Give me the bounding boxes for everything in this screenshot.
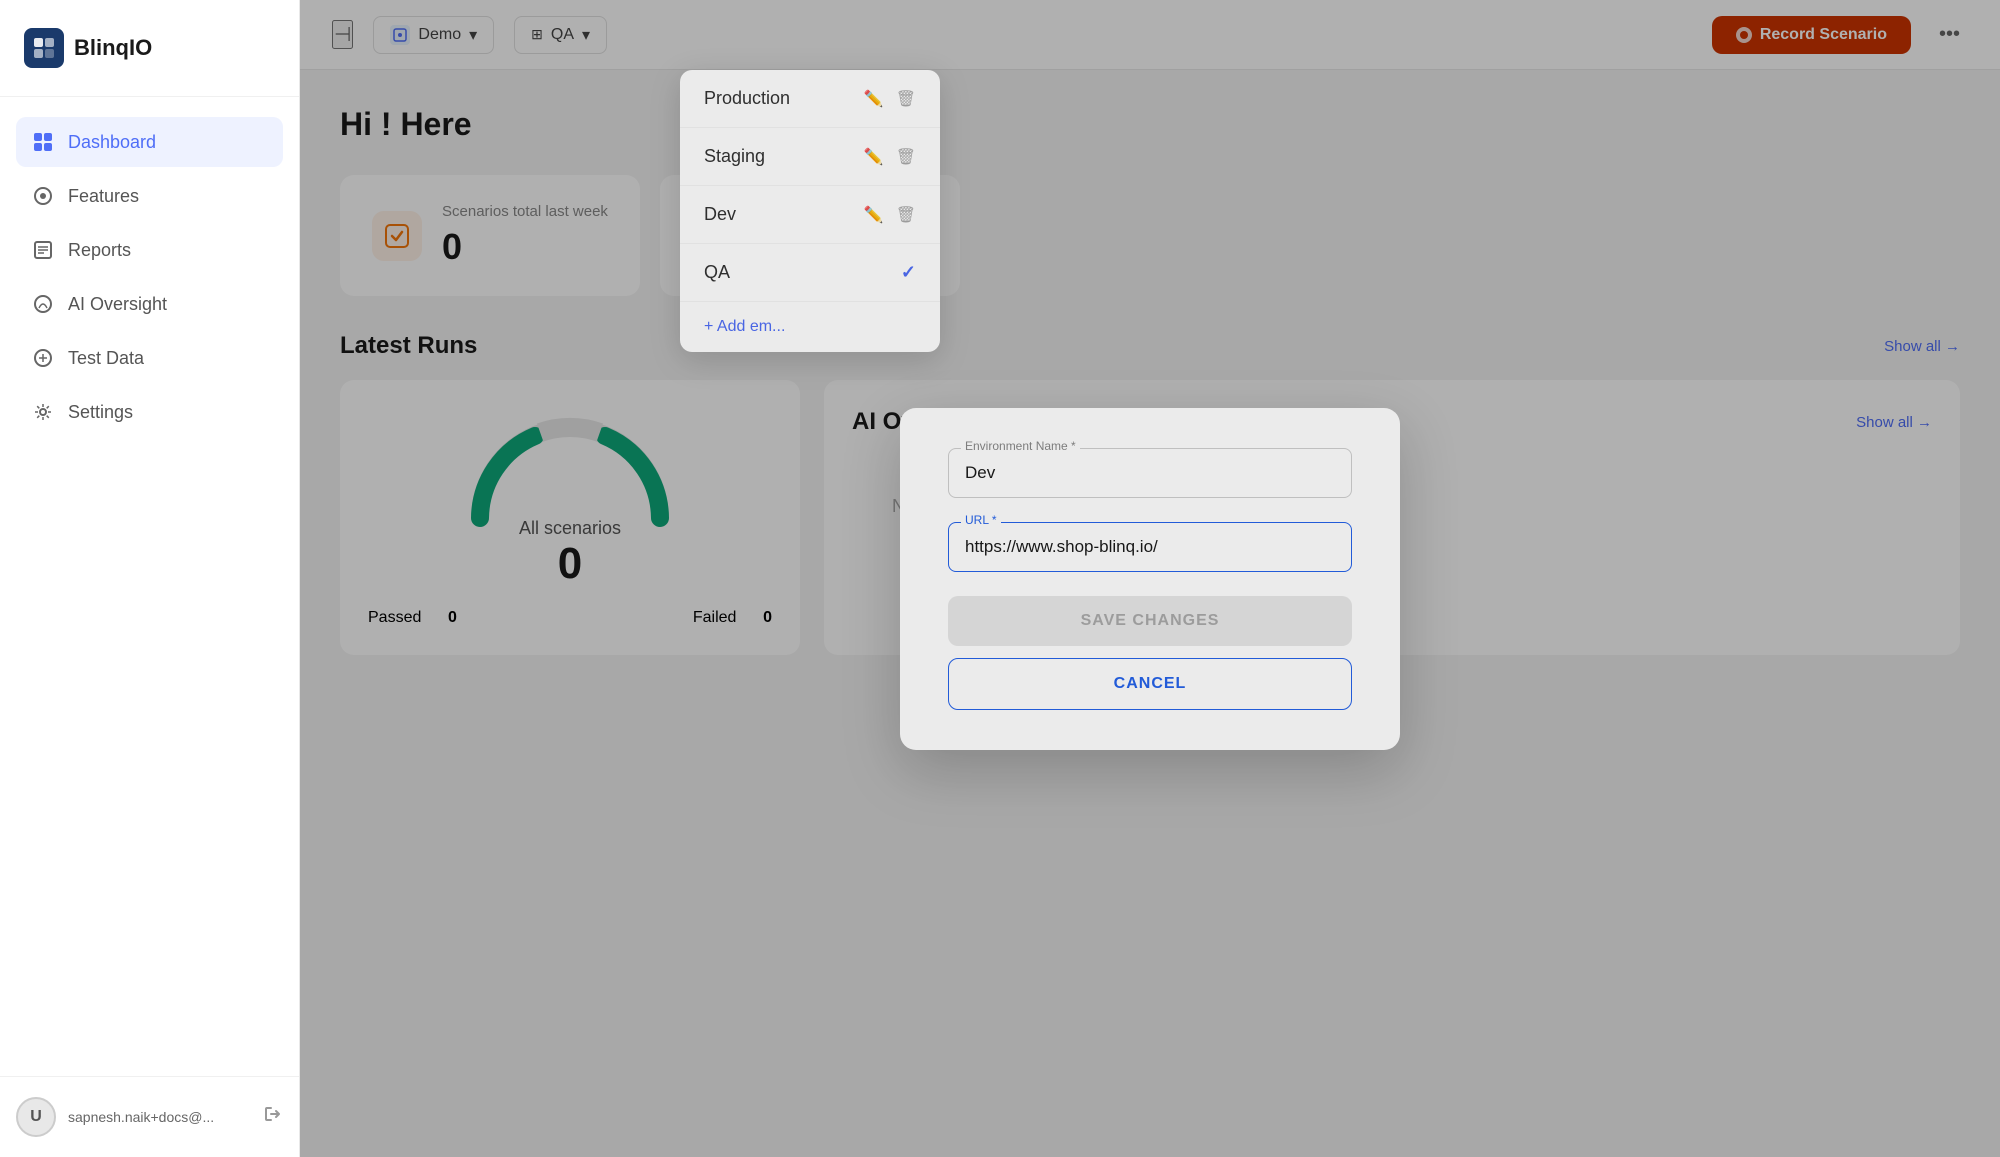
env-dev-actions: ✏️ 🗑 bbox=[864, 205, 916, 225]
sidebar-item-label: Features bbox=[68, 186, 139, 207]
main-content: ⊣ Demo ▾ ⊞ QA ▾ Rec bbox=[300, 0, 2000, 1157]
reports-icon bbox=[32, 239, 54, 261]
features-icon bbox=[32, 185, 54, 207]
sidebar-item-label: Dashboard bbox=[68, 132, 156, 153]
sidebar-item-settings[interactable]: Settings bbox=[16, 387, 283, 437]
logout-icon[interactable] bbox=[263, 1104, 283, 1130]
sidebar-item-label: Reports bbox=[68, 240, 131, 261]
env-production-actions: ✏️ 🗑 bbox=[864, 89, 916, 109]
sidebar-item-reports[interactable]: Reports bbox=[16, 225, 283, 275]
app-container: BlinqIO Dashboard bbox=[0, 0, 2000, 1157]
env-staging-label: Staging bbox=[704, 146, 765, 167]
save-changes-button[interactable]: SAVE CHANGES bbox=[948, 596, 1352, 646]
sidebar: BlinqIO Dashboard bbox=[0, 0, 300, 1157]
dashboard-icon bbox=[32, 131, 54, 153]
env-dev-label: Dev bbox=[704, 204, 736, 225]
sidebar-item-dashboard[interactable]: Dashboard bbox=[16, 117, 283, 167]
sidebar-item-ai-oversight[interactable]: AI Oversight bbox=[16, 279, 283, 329]
env-qa-label: QA bbox=[704, 262, 730, 283]
test-data-icon bbox=[32, 347, 54, 369]
env-dropdown-item-dev[interactable]: Dev ✏️ 🗑 bbox=[680, 186, 940, 244]
sidebar-navigation: Dashboard Features bbox=[0, 97, 299, 1076]
env-name-fieldset: Environment Name * bbox=[948, 448, 1352, 498]
add-env-label: + Add em... bbox=[704, 318, 785, 336]
sidebar-item-label: AI Oversight bbox=[68, 294, 167, 315]
add-environment-button[interactable]: + Add em... bbox=[680, 302, 940, 352]
sidebar-item-test-data[interactable]: Test Data bbox=[16, 333, 283, 383]
env-staging-actions: ✏️ 🗑 bbox=[864, 147, 916, 167]
edit-environment-modal: Environment Name * URL * SAVE CHANGES CA… bbox=[900, 408, 1400, 750]
ai-oversight-icon bbox=[32, 293, 54, 315]
env-dropdown-menu: Production ✏️ 🗑 Staging ✏️ 🗑 Dev ✏️ 🗑 bbox=[680, 70, 940, 352]
sidebar-item-label: Settings bbox=[68, 402, 133, 423]
env-dropdown-item-qa[interactable]: QA ✓ bbox=[680, 244, 940, 302]
sidebar-footer: U sapnesh.naik+docs@... bbox=[0, 1076, 299, 1157]
url-fieldset: URL * bbox=[948, 522, 1352, 572]
edit-production-icon[interactable]: ✏️ bbox=[864, 89, 884, 109]
edit-staging-icon[interactable]: ✏️ bbox=[864, 147, 884, 167]
env-dropdown-item-production[interactable]: Production ✏️ 🗑 bbox=[680, 70, 940, 128]
app-logo-icon bbox=[24, 28, 64, 68]
env-production-label: Production bbox=[704, 88, 790, 109]
env-name-legend: Environment Name * bbox=[961, 439, 1080, 453]
user-info: U sapnesh.naik+docs@... bbox=[16, 1097, 214, 1137]
url-input[interactable] bbox=[949, 523, 1351, 571]
settings-icon bbox=[32, 401, 54, 423]
cancel-button[interactable]: CANCEL bbox=[948, 658, 1352, 710]
edit-dev-icon[interactable]: ✏️ bbox=[864, 205, 884, 225]
avatar: U bbox=[16, 1097, 56, 1137]
env-dropdown-item-staging[interactable]: Staging ✏️ 🗑 bbox=[680, 128, 940, 186]
sidebar-item-features[interactable]: Features bbox=[16, 171, 283, 221]
env-qa-actions: ✓ bbox=[901, 262, 916, 283]
delete-dev-icon[interactable]: 🗑 bbox=[896, 205, 916, 225]
delete-production-icon[interactable]: 🗑 bbox=[896, 89, 916, 109]
delete-staging-icon[interactable]: 🗑 bbox=[896, 147, 916, 167]
user-email: sapnesh.naik+docs@... bbox=[68, 1109, 214, 1125]
url-legend: URL * bbox=[961, 513, 1001, 527]
env-name-input[interactable] bbox=[949, 449, 1351, 497]
sidebar-item-label: Test Data bbox=[68, 348, 144, 369]
sidebar-logo: BlinqIO bbox=[0, 0, 299, 97]
qa-check-icon: ✓ bbox=[901, 262, 916, 283]
app-name: BlinqIO bbox=[74, 35, 152, 61]
